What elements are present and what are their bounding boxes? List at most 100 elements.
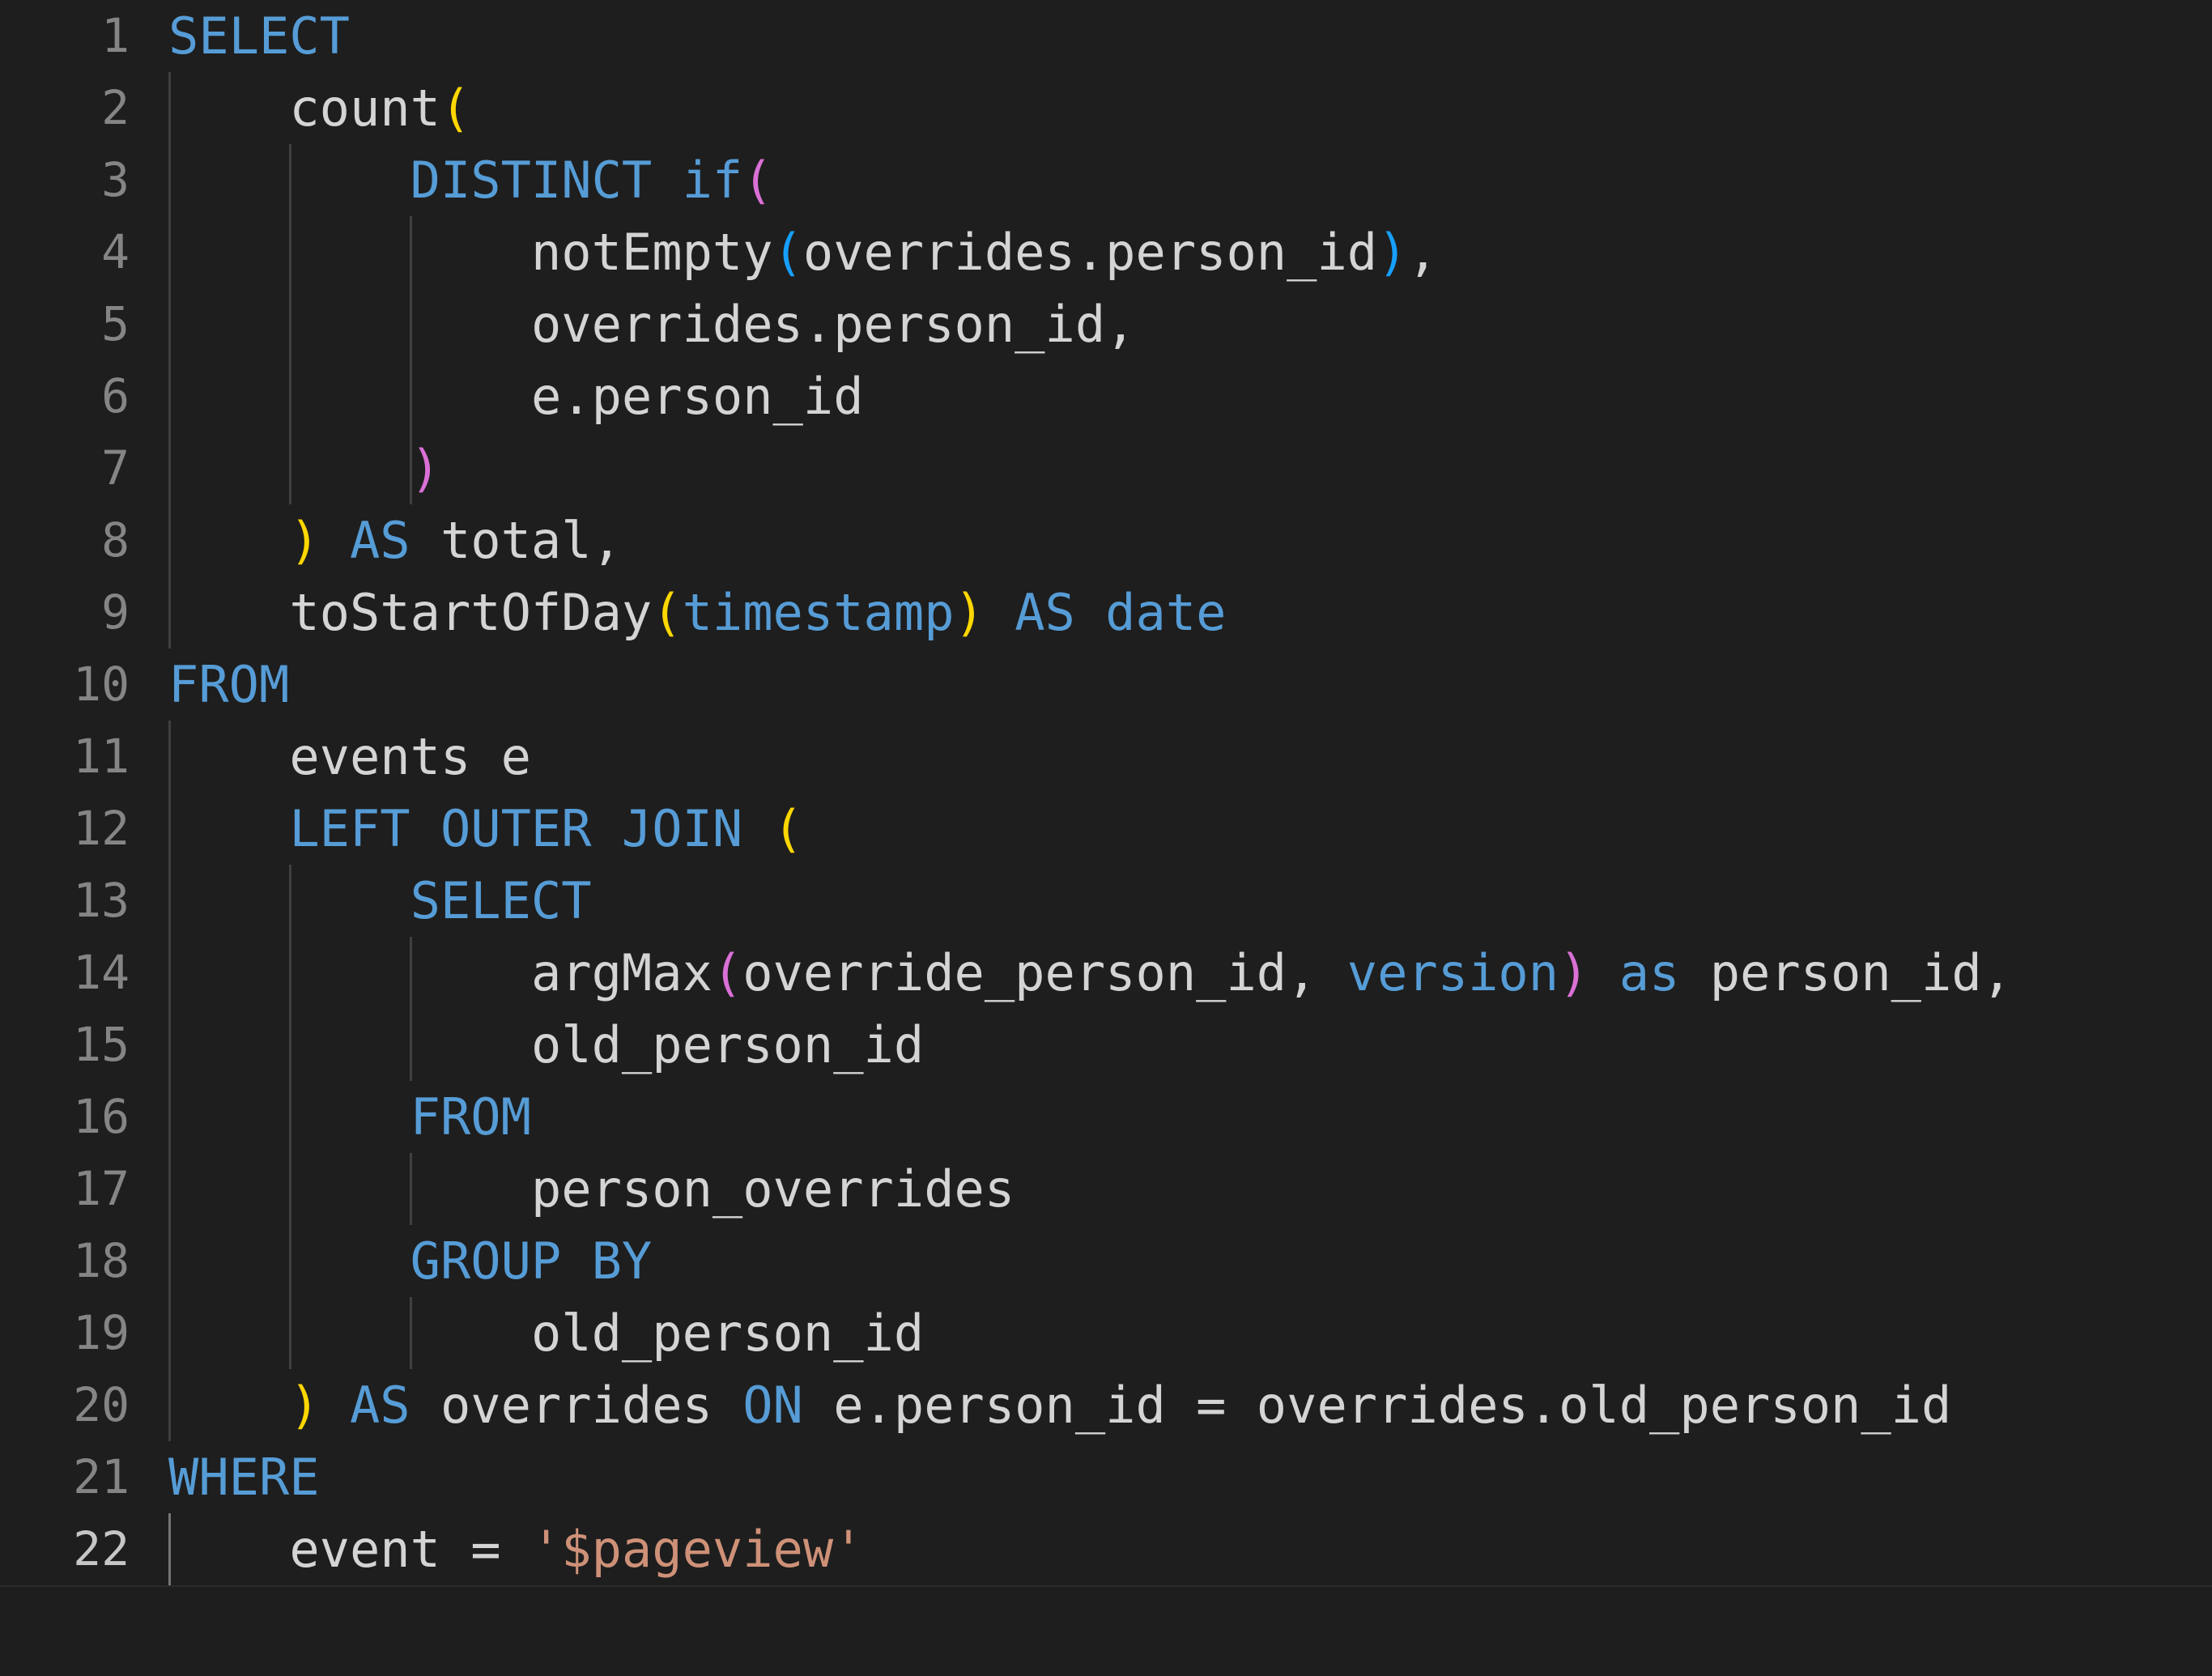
code-line[interactable]: 2 count(	[0, 72, 2212, 144]
code-text: overrides.person_id,	[168, 295, 1136, 354]
line-number: 16	[73, 1089, 130, 1144]
code-line[interactable]: 12 LEFT OUTER JOIN (	[0, 793, 2212, 865]
code-token: WHERE	[168, 1448, 320, 1507]
code-token: e.person_id = overrides.old_person_id	[833, 1376, 1952, 1435]
code-line-content[interactable]: overrides.person_id,	[130, 288, 2212, 360]
code-line[interactable]: 3 DISTINCT if(	[0, 144, 2212, 216]
code-line[interactable]: 17 person_overrides	[0, 1153, 2212, 1225]
code-line[interactable]: 19 old_person_id	[0, 1297, 2212, 1369]
code-line-content[interactable]: notEmpty(overrides.person_id),	[130, 216, 2212, 288]
line-number: 3	[101, 152, 130, 207]
code-line-content[interactable]: LEFT OUTER JOIN (	[130, 793, 2212, 865]
line-number: 14	[73, 945, 130, 1000]
code-line[interactable]: 11 events e	[0, 721, 2212, 793]
code-line-content[interactable]: count(	[130, 72, 2212, 144]
code-line[interactable]: 9 toStartOfDay(timestamp) AS date	[0, 576, 2212, 649]
code-text: FROM	[168, 1087, 531, 1146]
code-token: event =	[289, 1520, 531, 1579]
code-line[interactable]: 20 ) AS overrides ON e.person_id = overr…	[0, 1369, 2212, 1441]
code-line[interactable]: 21 WHERE	[0, 1441, 2212, 1513]
line-number: 13	[73, 873, 130, 928]
code-line-content[interactable]: WHERE	[130, 1441, 2212, 1513]
code-token: (	[712, 943, 743, 1002]
code-line-content[interactable]: old_person_id	[130, 1009, 2212, 1081]
code-token: overrides.person_id,	[530, 295, 1136, 354]
code-token: )	[289, 1376, 320, 1435]
code-token: ON	[742, 1376, 803, 1435]
code-line-content[interactable]: toStartOfDay(timestamp) AS date	[130, 576, 2212, 649]
code-token: argMax	[530, 943, 713, 1002]
code-line[interactable]: 5 overrides.person_id,	[0, 288, 2212, 360]
code-line[interactable]: 15 old_person_id	[0, 1009, 2212, 1081]
line-number: 20	[73, 1377, 130, 1432]
line-number: 1	[101, 8, 130, 63]
line-number: 7	[101, 440, 130, 496]
code-line-content[interactable]: person_overrides	[130, 1153, 2212, 1225]
code-line-content[interactable]: ) AS overrides ON e.person_id = override…	[130, 1369, 2212, 1441]
code-line-content[interactable]: FROM	[130, 649, 2212, 721]
line-number: 22	[73, 1521, 130, 1576]
code-token: SELECT	[410, 871, 592, 930]
code-token: overrides	[440, 1376, 713, 1435]
code-line[interactable]: 16 FROM	[0, 1081, 2212, 1153]
code-line-content[interactable]: DISTINCT if(	[130, 144, 2212, 216]
code-line[interactable]: 18 GROUP BY	[0, 1225, 2212, 1297]
code-line[interactable]: 1 SELECT	[0, 0, 2212, 72]
code-line-content[interactable]: event = '$pageview'	[130, 1513, 2212, 1585]
code-token: old_person_id	[530, 1015, 925, 1074]
code-editor[interactable]: 1 SELECT 2 count(3 DISTINCT if(4 notEmpty(…	[0, 0, 2212, 1676]
code-line-content[interactable]: SELECT	[130, 0, 2212, 72]
line-number: 6	[101, 368, 130, 423]
code-token: (	[652, 583, 683, 642]
code-text: DISTINCT if(	[168, 151, 773, 210]
code-text: )	[168, 439, 440, 498]
code-lines-container[interactable]: 1 SELECT 2 count(3 DISTINCT if(4 notEmpty(…	[0, 0, 2212, 1585]
code-token: old_person_id	[530, 1304, 925, 1363]
code-line[interactable]: 10 FROM	[0, 649, 2212, 721]
code-text: SELECT	[168, 871, 592, 930]
code-line-content[interactable]: events e	[130, 721, 2212, 793]
code-line[interactable]: 14 argMax(override_person_id, version) a…	[0, 937, 2212, 1009]
code-line[interactable]: 13 SELECT	[0, 865, 2212, 937]
code-line-content[interactable]: ) AS total,	[130, 504, 2212, 576]
code-line[interactable]: 6 e.person_id	[0, 360, 2212, 432]
code-line-content[interactable]: SELECT	[130, 865, 2212, 937]
code-token: (	[440, 79, 471, 138]
code-text: LEFT OUTER JOIN (	[168, 799, 803, 858]
code-text: argMax(override_person_id, version) as p…	[168, 943, 2012, 1002]
code-token: date	[1105, 583, 1227, 642]
code-line[interactable]: 4 notEmpty(overrides.person_id),	[0, 216, 2212, 288]
code-line[interactable]: 7 )	[0, 432, 2212, 504]
code-line-content[interactable]: FROM	[130, 1081, 2212, 1153]
code-line[interactable]: 8 ) AS total,	[0, 504, 2212, 576]
code-line-content[interactable]: e.person_id	[130, 360, 2212, 432]
line-number: 19	[73, 1305, 130, 1360]
line-number: 9	[101, 585, 130, 640]
code-line-content[interactable]: )	[130, 432, 2212, 504]
code-text: toStartOfDay(timestamp) AS date	[168, 583, 1226, 642]
code-token: SELECT	[168, 6, 350, 66]
code-line-content[interactable]: argMax(override_person_id, version) as p…	[130, 937, 2212, 1009]
code-token: count	[289, 79, 440, 138]
code-text: GROUP BY	[168, 1231, 653, 1291]
code-token: (	[772, 223, 803, 282]
indent-guides	[130, 649, 2212, 721]
code-line[interactable]: 22 event = '$pageview'	[0, 1513, 2212, 1585]
code-line-content[interactable]: GROUP BY	[130, 1225, 2212, 1297]
code-line-content[interactable]: old_person_id	[130, 1297, 2212, 1369]
